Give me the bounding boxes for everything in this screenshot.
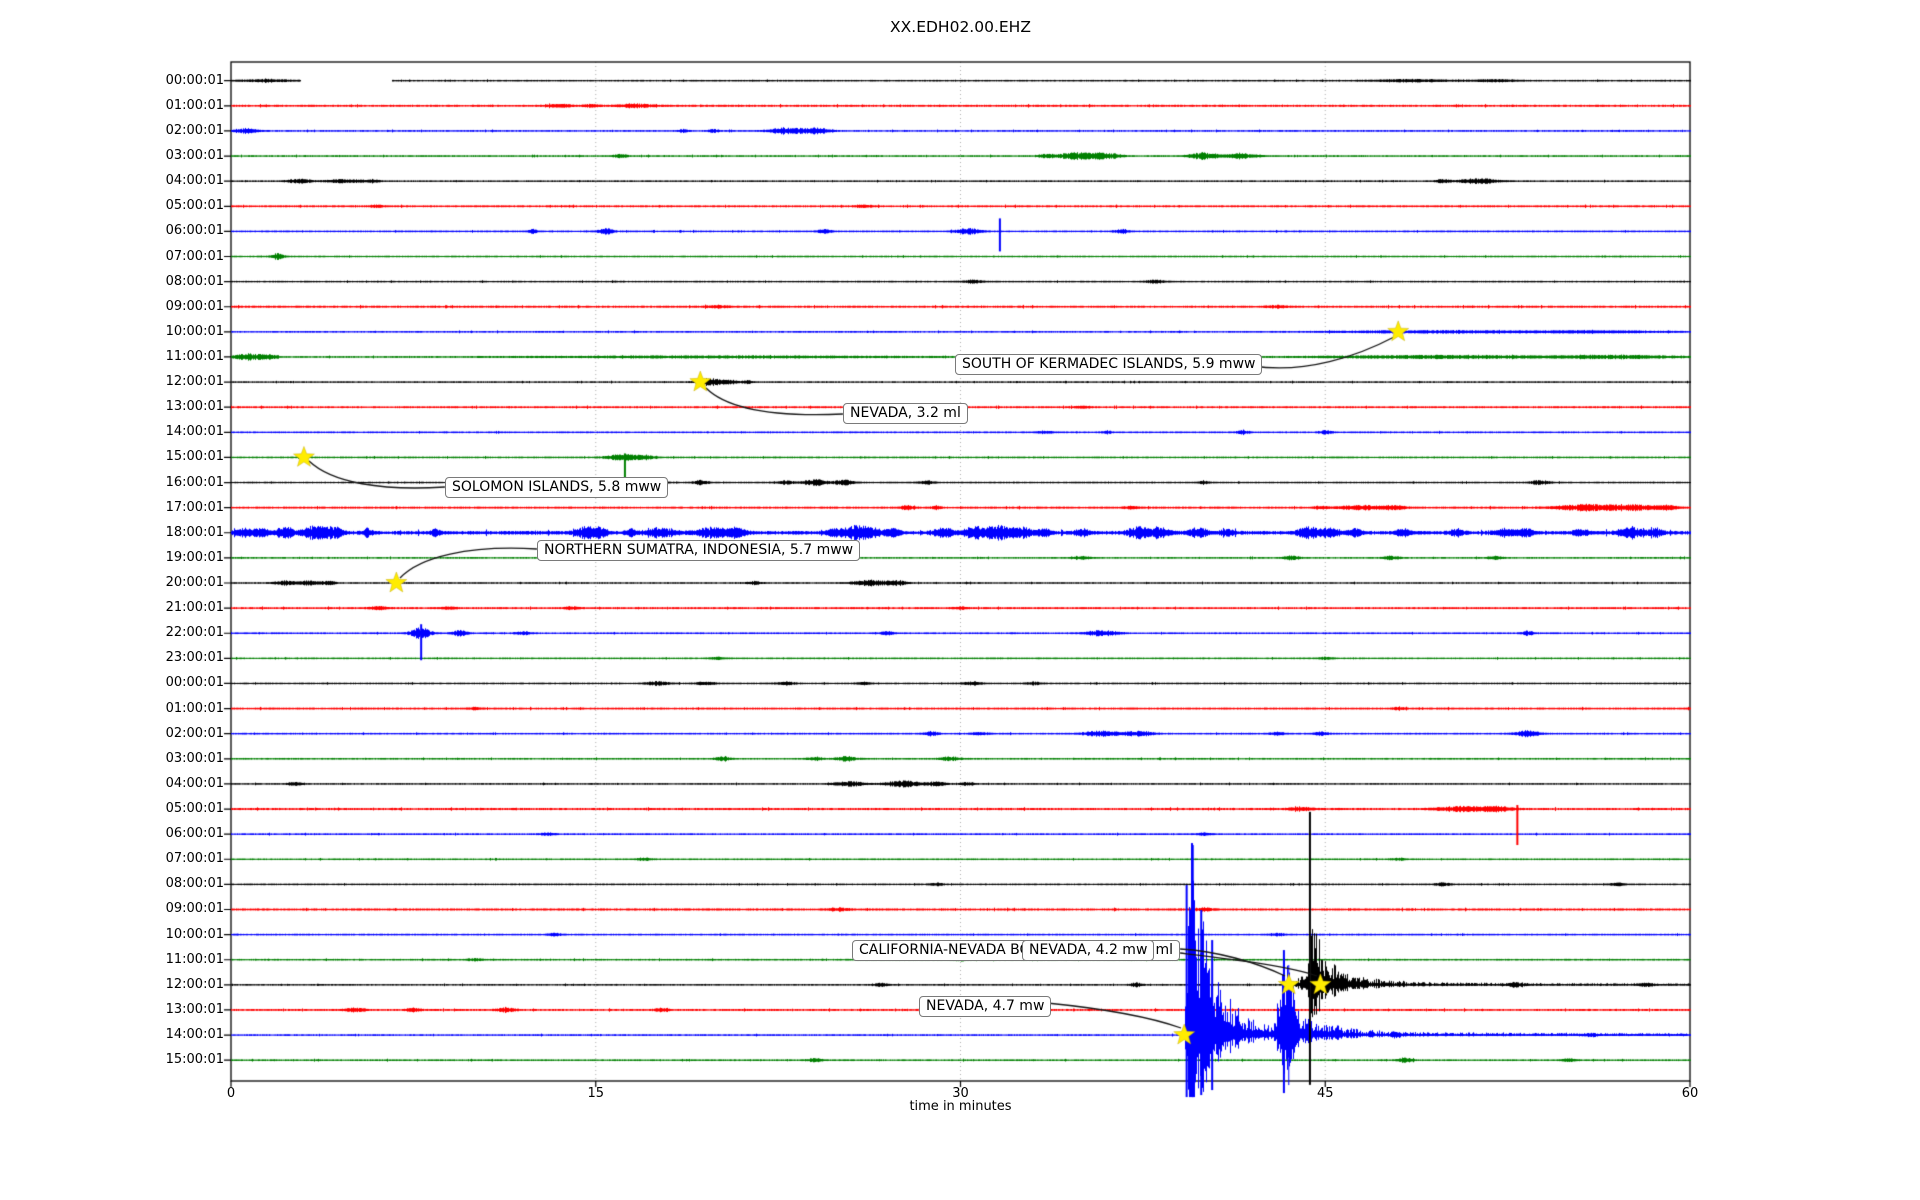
y-axis-label: 11:00:01 (165, 348, 224, 364)
y-axis-label: 09:00:01 (165, 298, 224, 314)
y-axis-label: 05:00:01 (165, 198, 224, 214)
y-axis-label: 16:00:01 (165, 474, 224, 490)
y-axis-label: 15:00:01 (165, 449, 224, 465)
y-axis-label: 21:00:01 (165, 600, 224, 616)
event-label-nevada47: NEVADA, 4.7 mw (919, 996, 1052, 1017)
y-axis-label: 20:00:01 (165, 575, 224, 590)
event-label-nevada32: NEVADA, 3.2 ml (843, 403, 968, 424)
y-axis-label: 07:00:01 (165, 248, 224, 264)
event-label-sumatra: NORTHERN SUMATRA, INDONESIA, 5.7 mww (537, 540, 861, 561)
y-axis-label: 06:00:01 (165, 223, 224, 239)
y-axis-label: 04:00:01 (165, 173, 224, 189)
y-axis-label: 02:00:01 (165, 122, 224, 138)
y-axis-label: 13:00:01 (165, 399, 224, 415)
y-axis-label: 10:00:01 (165, 926, 224, 942)
y-axis-label: 18:00:01 (165, 524, 224, 540)
y-axis-label: 15:00:01 (165, 1052, 224, 1068)
y-axis-label: 03:00:01 (165, 148, 224, 164)
y-axis-label: 22:00:01 (165, 625, 224, 641)
y-axis-label: 13:00:01 (165, 1001, 224, 1017)
y-axis-label: 07:00:01 (165, 851, 224, 867)
helicorder-figure: XX.EDH02.00.EHZ time in minutes 00:00:01… (0, 0, 1920, 1200)
y-axis-label: 06:00:01 (165, 826, 224, 842)
y-axis-label: 12:00:01 (165, 374, 224, 390)
y-axis-label: 08:00:01 (165, 876, 224, 892)
event-label-kermadec: SOUTH OF KERMADEC ISLANDS, 5.9 mww (955, 354, 1263, 375)
y-axis-label: 17:00:01 (165, 499, 224, 515)
event-label-fragment-left: CALIFORNIA-NEVADA BO (859, 942, 1031, 958)
x-axis-tick-label: 15 (587, 1086, 605, 1101)
y-axis-label: 08:00:01 (165, 273, 224, 289)
plot-title: XX.EDH02.00.EHZ (890, 18, 1031, 36)
x-axis-tick-label: 30 (952, 1086, 969, 1101)
y-axis-label: 14:00:01 (165, 1027, 224, 1043)
y-axis-label: 05:00:01 (165, 801, 224, 817)
event-label-nevada42: NEVADA, 4.2 mw (1022, 940, 1155, 961)
x-axis-label: time in minutes (909, 1099, 1012, 1114)
x-axis-tick-label: 60 (1681, 1086, 1699, 1101)
x-axis-tick-label: 0 (226, 1086, 236, 1101)
y-axis-label: 14:00:01 (165, 424, 224, 440)
y-axis-label: 01:00:01 (165, 97, 224, 113)
x-axis-tick-label: 45 (1316, 1086, 1334, 1101)
y-axis-label: 12:00:01 (165, 976, 224, 992)
y-axis-label: 00:00:01 (165, 675, 224, 691)
y-axis-label: 02:00:01 (165, 725, 224, 741)
event-label-solomon: SOLOMON ISLANDS, 5.8 mww (445, 477, 669, 498)
y-axis-label: 03:00:01 (165, 750, 224, 766)
y-axis-label: 04:00:01 (165, 775, 224, 791)
y-axis-label: 10:00:01 (165, 323, 224, 339)
y-axis-label: 00:00:01 (165, 72, 224, 88)
y-axis-label: 19:00:01 (165, 549, 224, 565)
y-axis-label: 09:00:01 (165, 901, 224, 917)
y-axis-label: 23:00:01 (165, 650, 224, 666)
seismogram-canvas (0, 0, 1920, 1200)
y-axis-label: 01:00:01 (165, 700, 224, 716)
y-axis-label: 11:00:01 (165, 951, 224, 967)
